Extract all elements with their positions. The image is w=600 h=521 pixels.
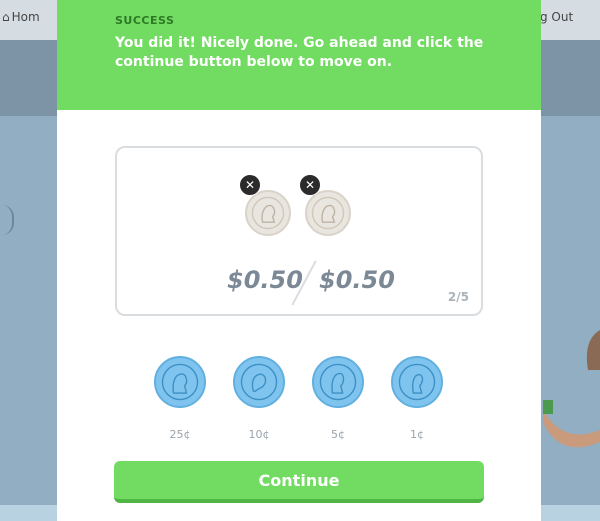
coin-value-label: 10¢: [248, 428, 270, 441]
background-illustration: [543, 330, 600, 448]
home-link[interactable]: ⌂ Hom: [2, 10, 40, 24]
quarter-coin-icon[interactable]: [245, 190, 291, 236]
remove-coin-button[interactable]: ✕: [239, 174, 261, 196]
home-icon: ⌂: [2, 10, 10, 24]
continue-button[interactable]: Continue: [114, 461, 484, 503]
remove-coin-button[interactable]: ✕: [299, 174, 321, 196]
quarter-coin-icon[interactable]: [154, 356, 206, 408]
nickel-coin-icon[interactable]: [312, 356, 364, 408]
quarter-coin-icon[interactable]: [305, 190, 351, 236]
success-modal: SUCCESS You did it! Nicely done. Go ahea…: [57, 0, 541, 521]
success-banner: SUCCESS You did it! Nicely done. Go ahea…: [57, 0, 541, 110]
current-amount: $0.50: [227, 266, 303, 294]
home-label: Hom: [11, 10, 40, 24]
success-message: You did it! Nicely done. Go ahead and cl…: [115, 35, 484, 70]
coin-value-label: 5¢: [331, 428, 345, 441]
penny-coin-icon[interactable]: [391, 356, 443, 408]
progress-counter: 2/5: [447, 290, 469, 304]
coin-value-label: 25¢: [169, 428, 191, 441]
coin-tray: ✕ ✕ $0.50 $0.50 2/5: [115, 146, 483, 316]
dime-coin-icon[interactable]: [233, 356, 285, 408]
target-amount: $0.50: [319, 266, 395, 294]
logout-link[interactable]: g Out: [540, 10, 573, 24]
coin-value-label: 1¢: [410, 428, 424, 441]
success-title: SUCCESS: [115, 14, 175, 27]
